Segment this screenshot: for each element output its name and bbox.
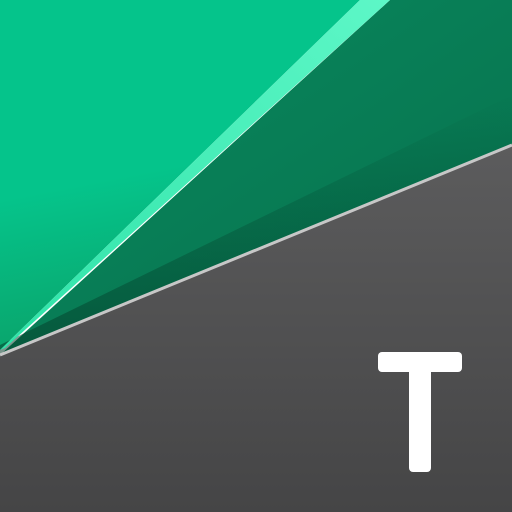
app-icon: T bbox=[0, 0, 512, 512]
t-letter-mark: T bbox=[372, 348, 468, 474]
t-glyph bbox=[378, 352, 462, 472]
